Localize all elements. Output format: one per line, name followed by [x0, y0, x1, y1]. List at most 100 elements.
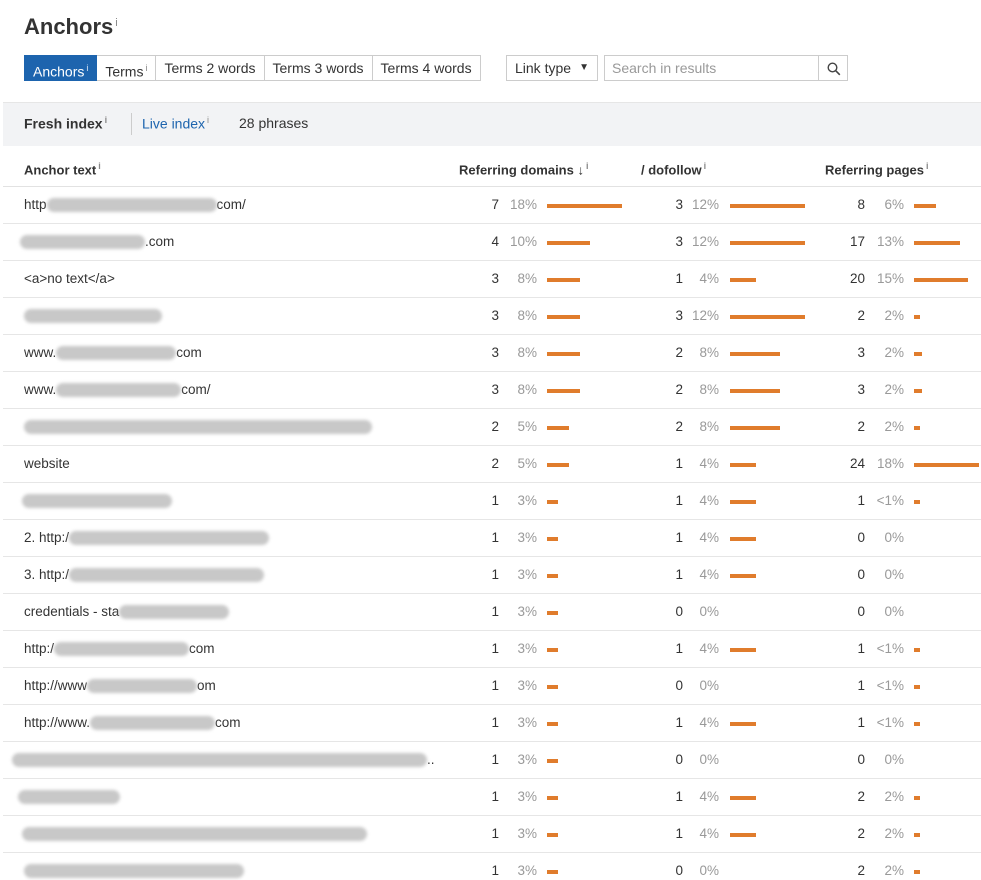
referring-pages-count: 0	[857, 530, 865, 545]
anchor-prefix: website	[24, 456, 70, 471]
info-icon[interactable]: i	[926, 161, 929, 171]
dofollow-bar	[730, 278, 756, 282]
tab-terms-4-words[interactable]: Terms 4 words	[372, 55, 481, 81]
referring-domains-count: 1	[491, 493, 499, 508]
link-type-label: Link type	[515, 60, 572, 76]
anchor-suffix: com	[176, 345, 202, 360]
tab-label: Terms 2 words	[164, 60, 256, 76]
dofollow-percent: 0%	[699, 678, 719, 693]
tab-anchors[interactable]: Anchors i	[24, 55, 98, 81]
redacted-text	[56, 346, 177, 361]
referring-domains-percent: 3%	[517, 678, 537, 693]
referring-pages-count: 24	[849, 456, 865, 471]
info-icon[interactable]: i	[105, 115, 108, 125]
referring-pages-count: 3	[857, 382, 865, 397]
dofollow-bar	[730, 833, 756, 837]
referring-pages-count: 0	[857, 604, 865, 619]
redacted-text	[20, 235, 145, 250]
info-icon[interactable]: i	[115, 17, 117, 29]
dofollow-percent: 4%	[699, 826, 719, 841]
anchor-text: ..	[12, 752, 435, 768]
index-bar: Fresh index i Live index i 28 phrases	[3, 102, 981, 146]
referring-domains-percent: 8%	[517, 308, 537, 323]
referring-domains-count: 2	[491, 419, 499, 434]
dofollow-bar	[730, 500, 756, 504]
col-anchor-text-label: Anchor text	[24, 162, 97, 178]
referring-domains-percent: 8%	[517, 382, 537, 397]
anchor-prefix: http	[24, 197, 47, 212]
redacted-text	[69, 531, 270, 546]
col-dofollow[interactable]: / dofollow i	[641, 161, 706, 177]
referring-pages-bar	[914, 352, 922, 356]
table-row: www. com 3 8% 2 8% 3 2%	[3, 335, 981, 372]
redacted-text	[54, 642, 190, 657]
dofollow-bar	[730, 574, 756, 578]
dofollow-percent: 12%	[691, 197, 719, 212]
col-referring-pages[interactable]: Referring pages i	[825, 161, 929, 177]
info-icon[interactable]: i	[98, 161, 101, 171]
info-icon[interactable]: i	[586, 161, 589, 171]
live-index-link[interactable]: Live index i	[142, 115, 209, 132]
search-input[interactable]	[604, 55, 819, 81]
col-referring-domains[interactable]: Referring domains ↓ i	[459, 161, 589, 177]
referring-pages-bar	[914, 463, 979, 467]
info-icon[interactable]: i	[86, 63, 88, 73]
redacted-text	[24, 420, 372, 435]
info-icon[interactable]: i	[207, 115, 209, 125]
anchor-prefix: http://www.	[24, 715, 91, 730]
referring-domains-percent: 3%	[517, 493, 537, 508]
anchor-text: www. com/	[24, 382, 211, 398]
dofollow-bar	[730, 352, 780, 356]
fresh-index-toggle[interactable]: Fresh index i	[24, 115, 107, 132]
dofollow-percent: 8%	[699, 382, 719, 397]
referring-pages-bar	[914, 241, 960, 245]
referring-domains-percent: 18%	[509, 197, 537, 212]
table-row: 3 8% 3 12% 2 2%	[3, 298, 981, 335]
referring-pages-count: 8	[857, 197, 865, 212]
tab-terms-3-words[interactable]: Terms 3 words	[264, 55, 373, 81]
referring-domains-bar	[547, 537, 558, 541]
dofollow-percent: 4%	[699, 456, 719, 471]
referring-domains-count: 7	[491, 197, 499, 212]
referring-pages-bar	[914, 685, 920, 689]
referring-domains-count: 1	[491, 826, 499, 841]
referring-pages-bar	[914, 796, 920, 800]
link-type-dropdown[interactable]: Link type ▼	[506, 55, 598, 81]
referring-domains-count: 1	[491, 752, 499, 767]
referring-pages-count: 3	[857, 345, 865, 360]
anchor-text: 2. http:/	[24, 530, 270, 546]
referring-domains-bar	[547, 426, 569, 430]
referring-domains-percent: 3%	[517, 604, 537, 619]
referring-domains-percent: 3%	[517, 826, 537, 841]
anchor-suffix: com	[189, 641, 215, 656]
dofollow-bar	[730, 537, 756, 541]
redacted-text	[56, 383, 182, 398]
search-button[interactable]	[818, 55, 848, 81]
tab-terms[interactable]: Terms i	[97, 55, 157, 81]
referring-pages-count: 0	[857, 752, 865, 767]
referring-domains-count: 1	[491, 789, 499, 804]
info-icon[interactable]: i	[145, 63, 147, 73]
anchor-suffix: ..	[427, 752, 435, 767]
dofollow-bar	[730, 648, 756, 652]
dofollow-percent: 0%	[699, 863, 719, 878]
dofollow-percent: 0%	[699, 604, 719, 619]
anchor-text	[22, 826, 367, 842]
anchor-text: website	[24, 456, 70, 471]
tab-terms-2-words[interactable]: Terms 2 words	[156, 55, 265, 81]
table-row: .. 1 3% 0 0% 0 0%	[3, 742, 981, 779]
referring-domains-bar	[547, 685, 558, 689]
referring-pages-percent: 2%	[884, 826, 904, 841]
col-anchor-text[interactable]: Anchor text i	[24, 161, 101, 177]
anchor-prefix: 3. http:/	[24, 567, 70, 582]
referring-domains-bar	[547, 833, 558, 837]
dofollow-bar	[730, 426, 780, 430]
tab-label: Terms	[105, 63, 144, 80]
col-dofollow-label: / dofollow	[641, 162, 702, 178]
page-title: Anchors i	[24, 14, 118, 40]
referring-pages-count: 2	[857, 419, 865, 434]
info-icon[interactable]: i	[704, 161, 707, 171]
referring-domains-count: 3	[491, 345, 499, 360]
referring-domains-bar	[547, 870, 558, 874]
referring-pages-count: 2	[857, 826, 865, 841]
